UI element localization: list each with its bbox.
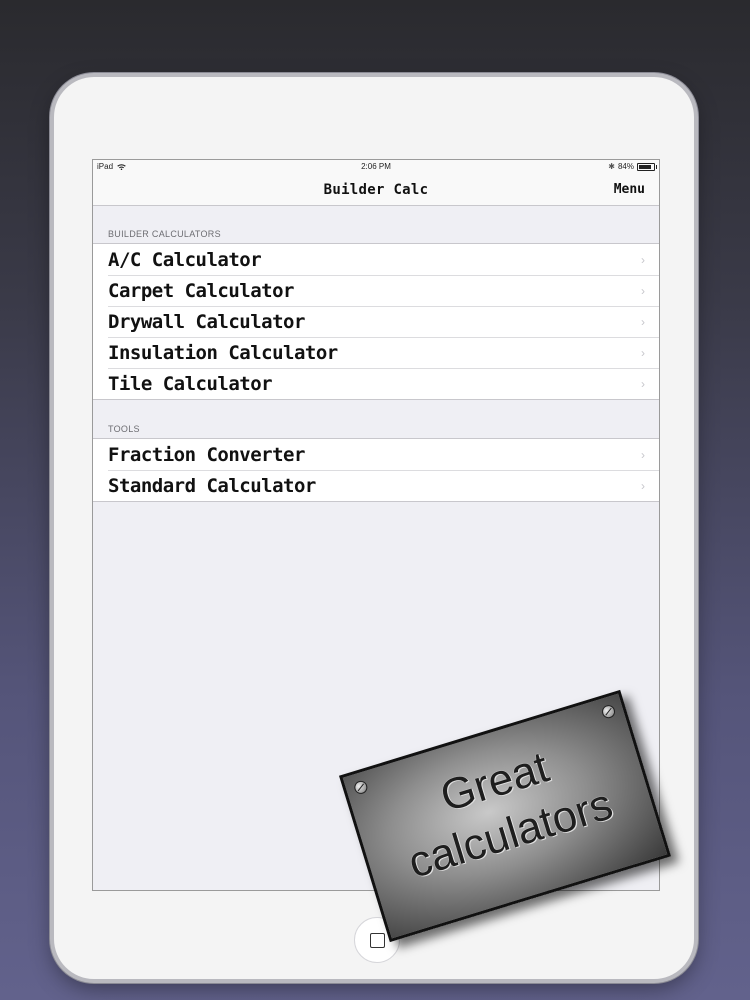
section-header-tools: TOOLS	[108, 424, 140, 434]
list-item-insulation-calculator[interactable]: Insulation Calculator ›	[93, 337, 659, 368]
battery-icon	[637, 162, 657, 171]
list-item-fraction-converter[interactable]: Fraction Converter ›	[93, 439, 659, 470]
chevron-right-icon: ›	[641, 284, 645, 298]
list-item-tile-calculator[interactable]: Tile Calculator ›	[93, 368, 659, 399]
list-item-drywall-calculator[interactable]: Drywall Calculator ›	[93, 306, 659, 337]
list-item-label: Insulation Calculator	[108, 341, 338, 364]
section-header-builder: BUILDER CALCULATORS	[108, 229, 221, 239]
list-item-label: Carpet Calculator	[108, 279, 294, 302]
status-right: ✱ 84%	[608, 162, 657, 171]
list-item-standard-calculator[interactable]: Standard Calculator ›	[93, 470, 659, 501]
menu-button[interactable]: Menu	[614, 182, 645, 197]
list-item-label: Fraction Converter	[108, 443, 305, 466]
bluetooth-icon: ✱	[608, 162, 615, 171]
list-item-label: Drywall Calculator	[108, 310, 305, 333]
list-item-label: A/C Calculator	[108, 248, 262, 271]
list-item-ac-calculator[interactable]: A/C Calculator ›	[93, 244, 659, 275]
tools-list: Fraction Converter › Standard Calculator…	[93, 438, 659, 502]
status-bar: iPad 2:06 PM ✱ 84%	[93, 160, 659, 174]
chevron-right-icon: ›	[641, 377, 645, 391]
battery-fill	[639, 164, 651, 169]
screw-icon	[600, 703, 617, 720]
chevron-right-icon: ›	[641, 346, 645, 360]
page-title: Builder Calc	[323, 182, 429, 198]
status-time: 2:06 PM	[361, 162, 391, 171]
list-item-label: Standard Calculator	[108, 474, 316, 497]
battery-percent: 84%	[617, 162, 634, 171]
navigation-bar: Builder Calc Menu	[93, 174, 659, 206]
builder-calculators-list: A/C Calculator › Carpet Calculator › Dry…	[93, 243, 659, 400]
list-item-carpet-calculator[interactable]: Carpet Calculator ›	[93, 275, 659, 306]
chevron-right-icon: ›	[641, 315, 645, 329]
list-item-label: Tile Calculator	[108, 372, 273, 395]
chevron-right-icon: ›	[641, 253, 645, 267]
home-button-icon	[369, 932, 385, 948]
screw-icon	[352, 779, 369, 796]
chevron-right-icon: ›	[641, 479, 645, 493]
chevron-right-icon: ›	[641, 448, 645, 462]
